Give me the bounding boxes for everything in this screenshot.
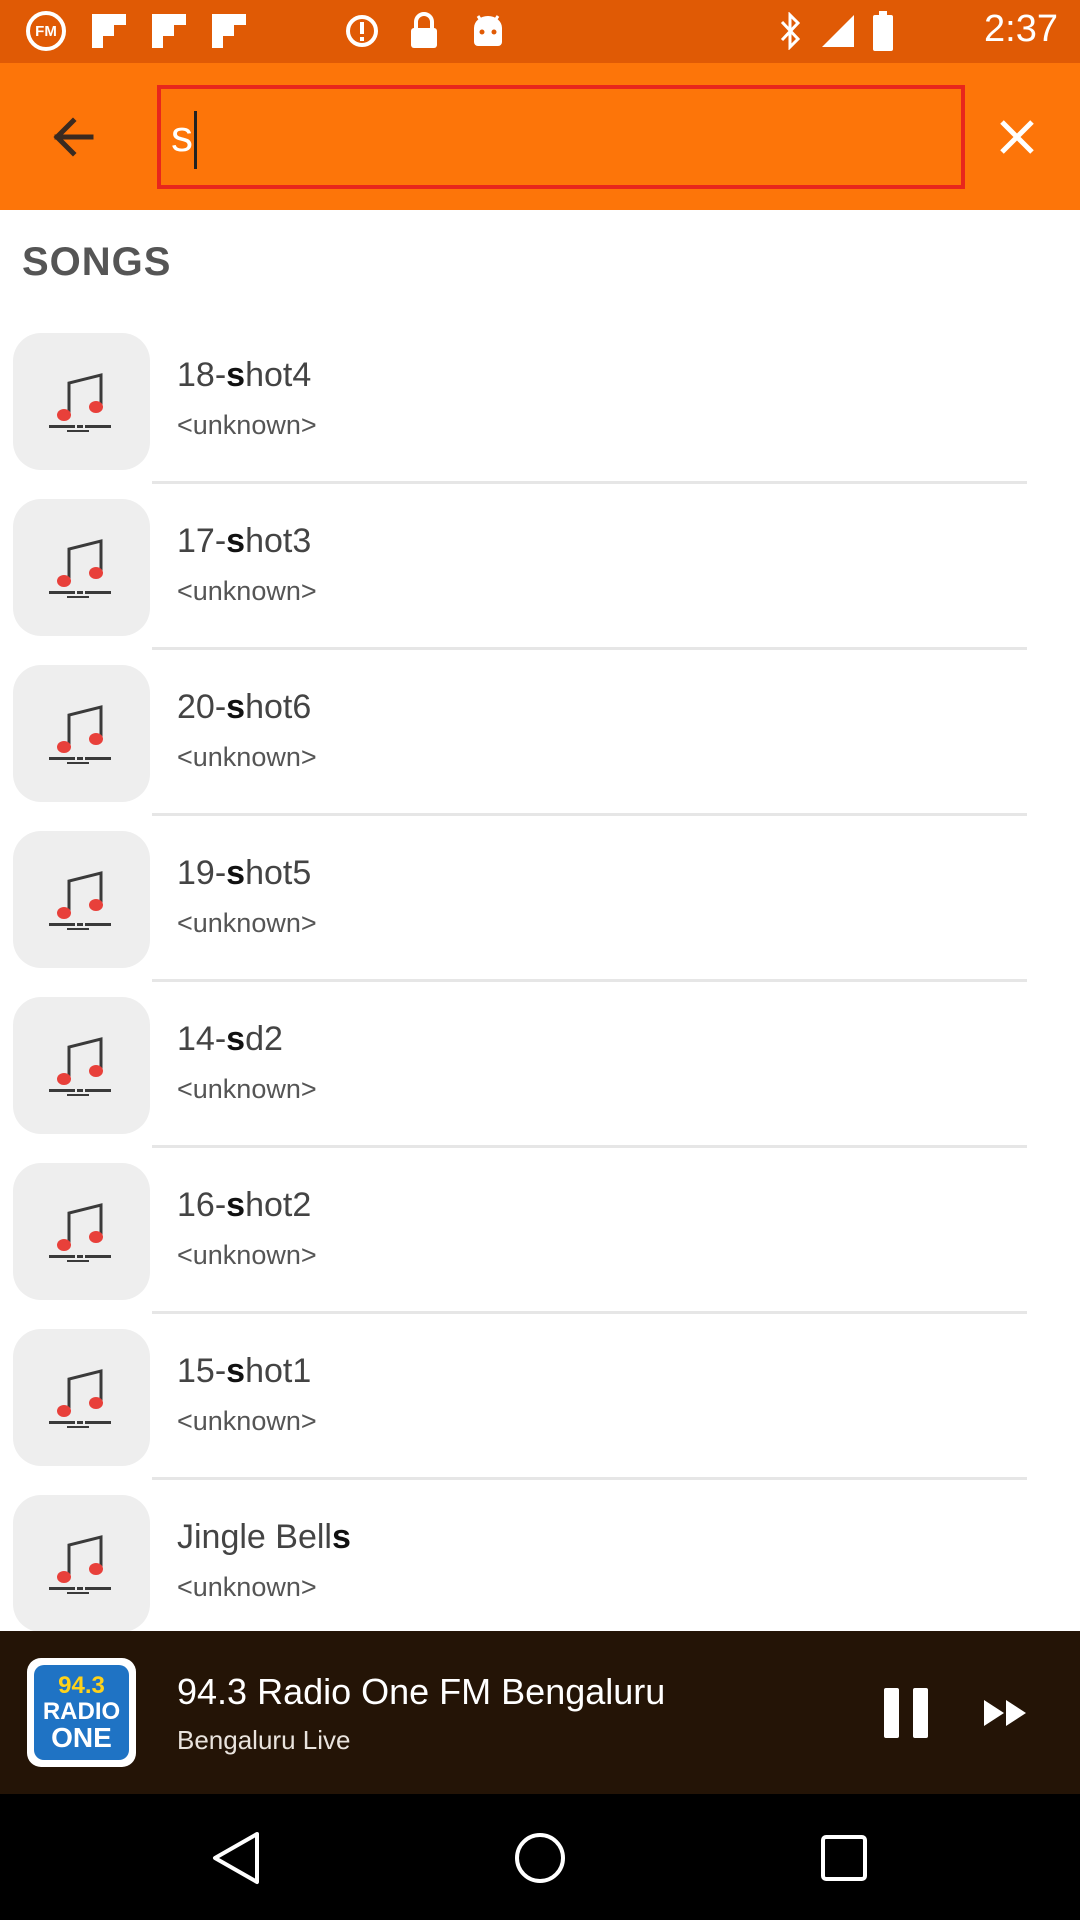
search-match-highlight: s: [226, 1352, 246, 1390]
android-icon: [468, 10, 508, 52]
flipboard-icon: [150, 10, 188, 52]
song-title: 18-shot4: [177, 356, 312, 394]
signal-icon: [818, 10, 858, 52]
song-title: 15-shot1: [177, 1352, 312, 1390]
search-box[interactable]: [157, 85, 965, 189]
station-subtitle: Bengaluru Live: [177, 1725, 351, 1755]
divider: [152, 1311, 1027, 1314]
search-match-highlight: s: [226, 356, 246, 394]
search-match-highlight: s: [331, 1518, 351, 1556]
lock-icon: [404, 10, 444, 52]
music-note-icon: [13, 1329, 150, 1466]
song-row[interactable]: 19-shot5 <unknown>: [0, 828, 1080, 994]
station-logo: 94.3 RADIO ONE: [27, 1658, 136, 1767]
song-title: 19-shot5: [177, 854, 312, 892]
divider: [152, 481, 1027, 484]
music-note-icon: [13, 333, 150, 470]
fm-app-icon: FM: [26, 10, 66, 52]
search-input[interactable]: [161, 89, 961, 185]
song-artist: <unknown>: [177, 1406, 317, 1436]
divider: [152, 647, 1027, 650]
search-match-highlight: s: [226, 1186, 246, 1224]
clock: 2:37: [984, 8, 1058, 50]
song-row[interactable]: 17-shot3 <unknown>: [0, 496, 1080, 662]
song-row[interactable]: 20-shot6 <unknown>: [0, 662, 1080, 828]
nav-home-button[interactable]: [504, 1822, 576, 1894]
song-artist: <unknown>: [177, 908, 317, 938]
music-note-icon: [13, 499, 150, 636]
song-row[interactable]: 18-shot4 <unknown>: [0, 330, 1080, 496]
now-playing-bar[interactable]: 94.3 RADIO ONE 94.3 Radio One FM Bengalu…: [0, 1631, 1080, 1794]
divider: [152, 1145, 1027, 1148]
music-note-icon: [13, 665, 150, 802]
divider: [152, 1477, 1027, 1480]
song-row[interactable]: 16-shot2 <unknown>: [0, 1160, 1080, 1326]
triangle-back-icon: [213, 1832, 259, 1884]
flipboard-icon: [90, 10, 128, 52]
system-nav-bar: [0, 1794, 1080, 1920]
arrow-left-icon: [53, 117, 94, 157]
info-icon: [342, 10, 382, 52]
pause-icon: [884, 1688, 928, 1738]
song-title: 14-sd2: [177, 1020, 283, 1058]
song-title: 16-shot2: [177, 1186, 312, 1224]
skip-forward-button[interactable]: [977, 1681, 1033, 1745]
search-match-highlight: s: [226, 522, 246, 560]
search-match-highlight: s: [226, 854, 246, 892]
bluetooth-icon: [776, 10, 806, 52]
song-artist: <unknown>: [177, 410, 317, 440]
song-artist: <unknown>: [177, 576, 317, 606]
status-bar: FM 2:37: [0, 0, 1080, 63]
battery-icon: [868, 10, 898, 52]
search-toolbar: [0, 63, 1080, 210]
nav-recents-button[interactable]: [808, 1822, 880, 1894]
clear-search-button[interactable]: [976, 101, 1058, 173]
song-row[interactable]: 14-sd2 <unknown>: [0, 994, 1080, 1160]
search-match-highlight: s: [226, 1020, 246, 1058]
search-match-highlight: s: [226, 688, 246, 726]
song-artist: <unknown>: [177, 1572, 317, 1602]
text-caret: [194, 111, 197, 169]
song-title: 20-shot6: [177, 688, 312, 726]
station-name: 94.3 Radio One FM Bengaluru: [177, 1671, 666, 1712]
fast-forward-icon: [984, 1700, 1026, 1726]
close-icon: [1000, 120, 1034, 154]
music-note-icon: [13, 831, 150, 968]
music-note-icon: [13, 997, 150, 1134]
flipboard-icon: [210, 10, 248, 52]
song-artist: <unknown>: [177, 1240, 317, 1270]
section-title: SONGS: [22, 240, 172, 284]
nav-back-button[interactable]: [200, 1822, 272, 1894]
divider: [152, 813, 1027, 816]
song-row[interactable]: 15-shot1 <unknown>: [0, 1326, 1080, 1492]
circle-home-icon: [515, 1833, 565, 1883]
song-artist: <unknown>: [177, 742, 317, 772]
pause-button[interactable]: [874, 1681, 938, 1745]
back-button[interactable]: [30, 101, 116, 173]
song-title: 17-shot3: [177, 522, 312, 560]
song-title: Jingle Bells: [177, 1518, 351, 1556]
music-note-icon: [13, 1495, 150, 1632]
song-artist: <unknown>: [177, 1074, 317, 1104]
divider: [152, 979, 1027, 982]
square-recents-icon: [821, 1835, 867, 1881]
music-note-icon: [13, 1163, 150, 1300]
